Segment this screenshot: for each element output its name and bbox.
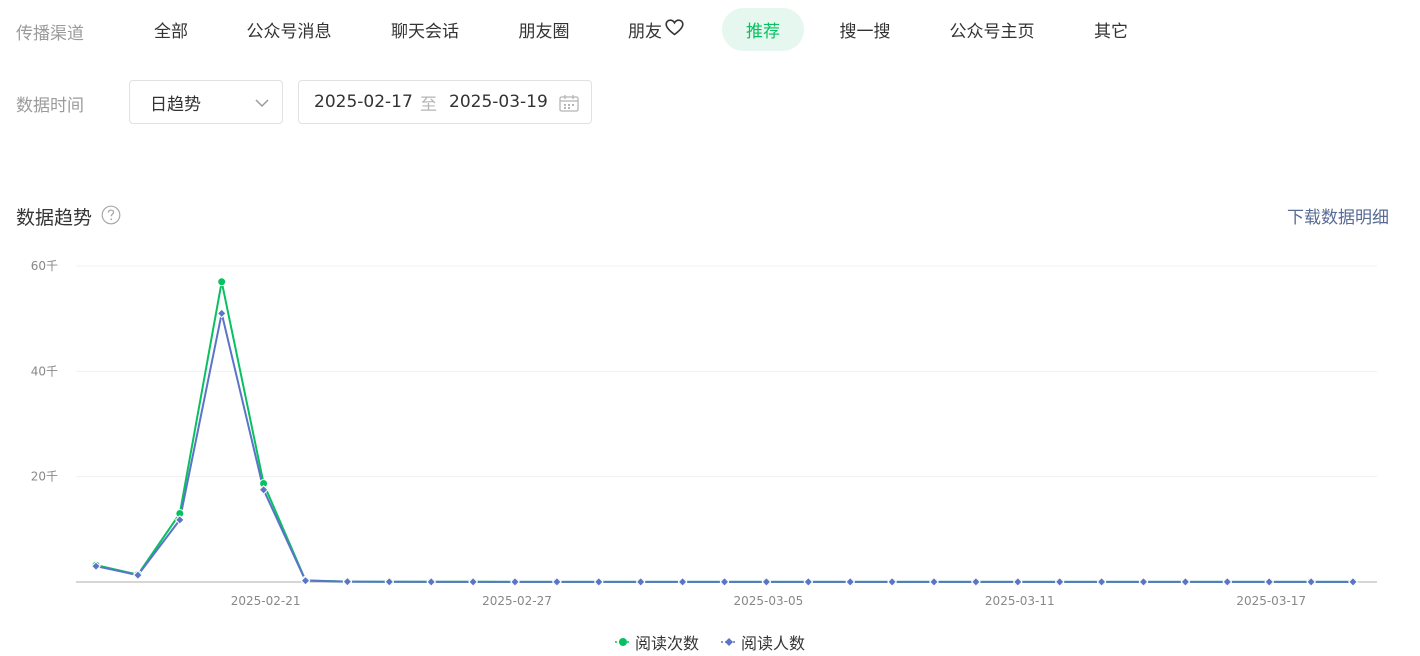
tab-all[interactable]: 全部 [142,8,200,51]
legend-item-reader-count[interactable]: 阅读人数 [721,630,805,654]
trend-section-title: 数据趋势 [16,207,93,229]
date-separator: 至 [420,94,437,115]
tab-friends-liked[interactable]: 朋友 [618,8,694,51]
tab-label: 聊天会话 [391,22,459,42]
data-point[interactable] [217,277,227,287]
x-tick-label: 2025-03-17 [1236,594,1306,608]
tab-label: 公众号主页 [949,22,1035,42]
data-point[interactable] [216,308,227,319]
tab-account-homepage[interactable]: 公众号主页 [940,8,1044,51]
granularity-value: 日趋势 [150,94,201,115]
legend-diamond-marker-icon [721,638,737,646]
tab-label: 推荐 [746,22,780,42]
chevron-down-icon [254,95,270,116]
channel-filter-label: 传播渠道 [16,24,84,44]
chart-legend: 阅读次数 阅读人数 [0,630,1420,654]
date-range-picker[interactable]: 2025-02-17 至 2025-03-19 [298,80,592,124]
x-tick-label: 2025-03-11 [985,594,1055,608]
help-icon[interactable] [101,205,121,229]
tab-label: 公众号消息 [246,22,332,42]
y-tick-label: 60千 [31,259,58,273]
tab-chat-sessions[interactable]: 聊天会话 [381,8,469,51]
tab-search[interactable]: 搜一搜 [830,8,900,51]
tab-label: 其它 [1094,22,1128,42]
tab-official-account-messages[interactable]: 公众号消息 [236,8,342,51]
tab-other[interactable]: 其它 [1084,8,1138,51]
tab-label: 搜一搜 [839,22,891,42]
series-line [95,312,1353,583]
x-tick-label: 2025-02-27 [482,594,552,608]
trend-line-chart: 60千 40千 20千 2025-02-21 2025-02-27 2025-03-05 2… [31,259,1377,608]
tab-label: 朋友圈 [518,22,570,42]
granularity-select[interactable]: 日趋势 [129,80,283,124]
tab-recommended[interactable]: 推荐 [722,8,804,51]
x-tick-label: 2025-02-21 [231,594,301,608]
download-data-detail-link[interactable]: 下载数据明细 [1287,203,1389,228]
y-tick-label: 40千 [31,364,58,378]
tab-label: 全部 [154,22,188,42]
heart-icon [665,18,684,41]
start-date[interactable]: 2025-02-17 [314,92,413,112]
y-tick-label: 20千 [31,470,58,484]
x-tick-label: 2025-03-05 [734,594,804,608]
data-time-label: 数据时间 [16,96,84,116]
end-date[interactable]: 2025-03-19 [449,92,548,112]
legend-circle-marker-icon [614,638,631,646]
calendar-icon[interactable] [559,94,579,117]
tab-moments[interactable]: 朋友圈 [508,8,580,51]
legend-label: 阅读次数 [634,634,699,653]
legend-item-read-count[interactable]: 阅读次数 [614,630,699,654]
tab-label: 朋友 [628,22,662,42]
legend-label: 阅读人数 [741,634,806,653]
